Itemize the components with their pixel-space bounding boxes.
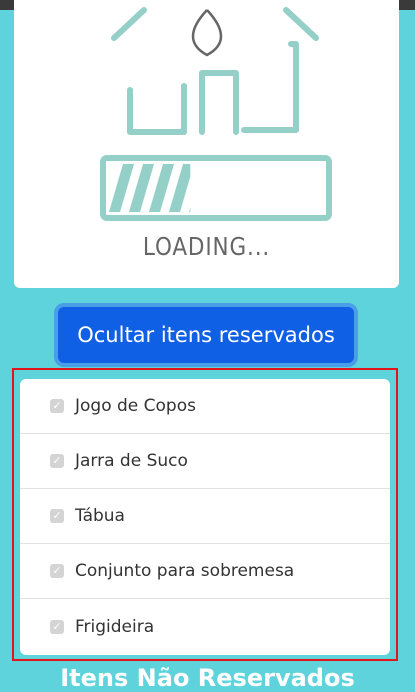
hide-reserved-button[interactable]: Ocultar itens reservados	[54, 303, 358, 367]
list-item[interactable]: ✓ Jogo de Copos	[20, 379, 390, 434]
section-title: Itens Não Reservados	[60, 664, 355, 692]
item-checkbox[interactable]: ✓	[50, 509, 64, 523]
item-label: Frigideira	[75, 616, 155, 637]
reserved-list-highlight: ✓ Jogo de Copos ✓ Jarra de Suco ✓ Tábua ✓ Conju…	[12, 368, 398, 661]
loading-stripe	[109, 164, 134, 212]
loading-bar-fill	[109, 164, 191, 212]
list-item[interactable]: ✓ Jarra de Suco	[20, 434, 390, 489]
item-label: Tábua	[75, 506, 125, 526]
item-checkbox[interactable]: ✓	[50, 399, 64, 413]
item-label: Conjunto para sobremesa	[75, 561, 295, 581]
heart-icon	[191, 9, 223, 57]
house-icon	[111, 7, 319, 135]
item-checkbox[interactable]: ✓	[50, 454, 64, 468]
loading-stripe	[149, 164, 174, 212]
item-label: Jarra de Suco	[75, 451, 188, 471]
list-item[interactable]: ✓ Frigideira	[20, 599, 390, 654]
loading-stripe	[129, 164, 154, 212]
item-checkbox[interactable]: ✓	[50, 619, 64, 634]
loading-stripe	[169, 164, 191, 212]
loading-stripe	[189, 207, 191, 212]
reserved-items-list: ✓ Jogo de Copos ✓ Jarra de Suco ✓ Tábua ✓ Conju…	[20, 379, 390, 655]
item-checkbox[interactable]: ✓	[50, 564, 64, 578]
list-item[interactable]: ✓ Tábua	[20, 489, 390, 544]
loading-text: LOADING...	[142, 232, 271, 261]
item-label: Jogo de Copos	[75, 396, 196, 416]
loading-illustration-card: LOADING...	[14, 0, 399, 288]
list-item[interactable]: ✓ Conjunto para sobremesa	[20, 544, 390, 599]
